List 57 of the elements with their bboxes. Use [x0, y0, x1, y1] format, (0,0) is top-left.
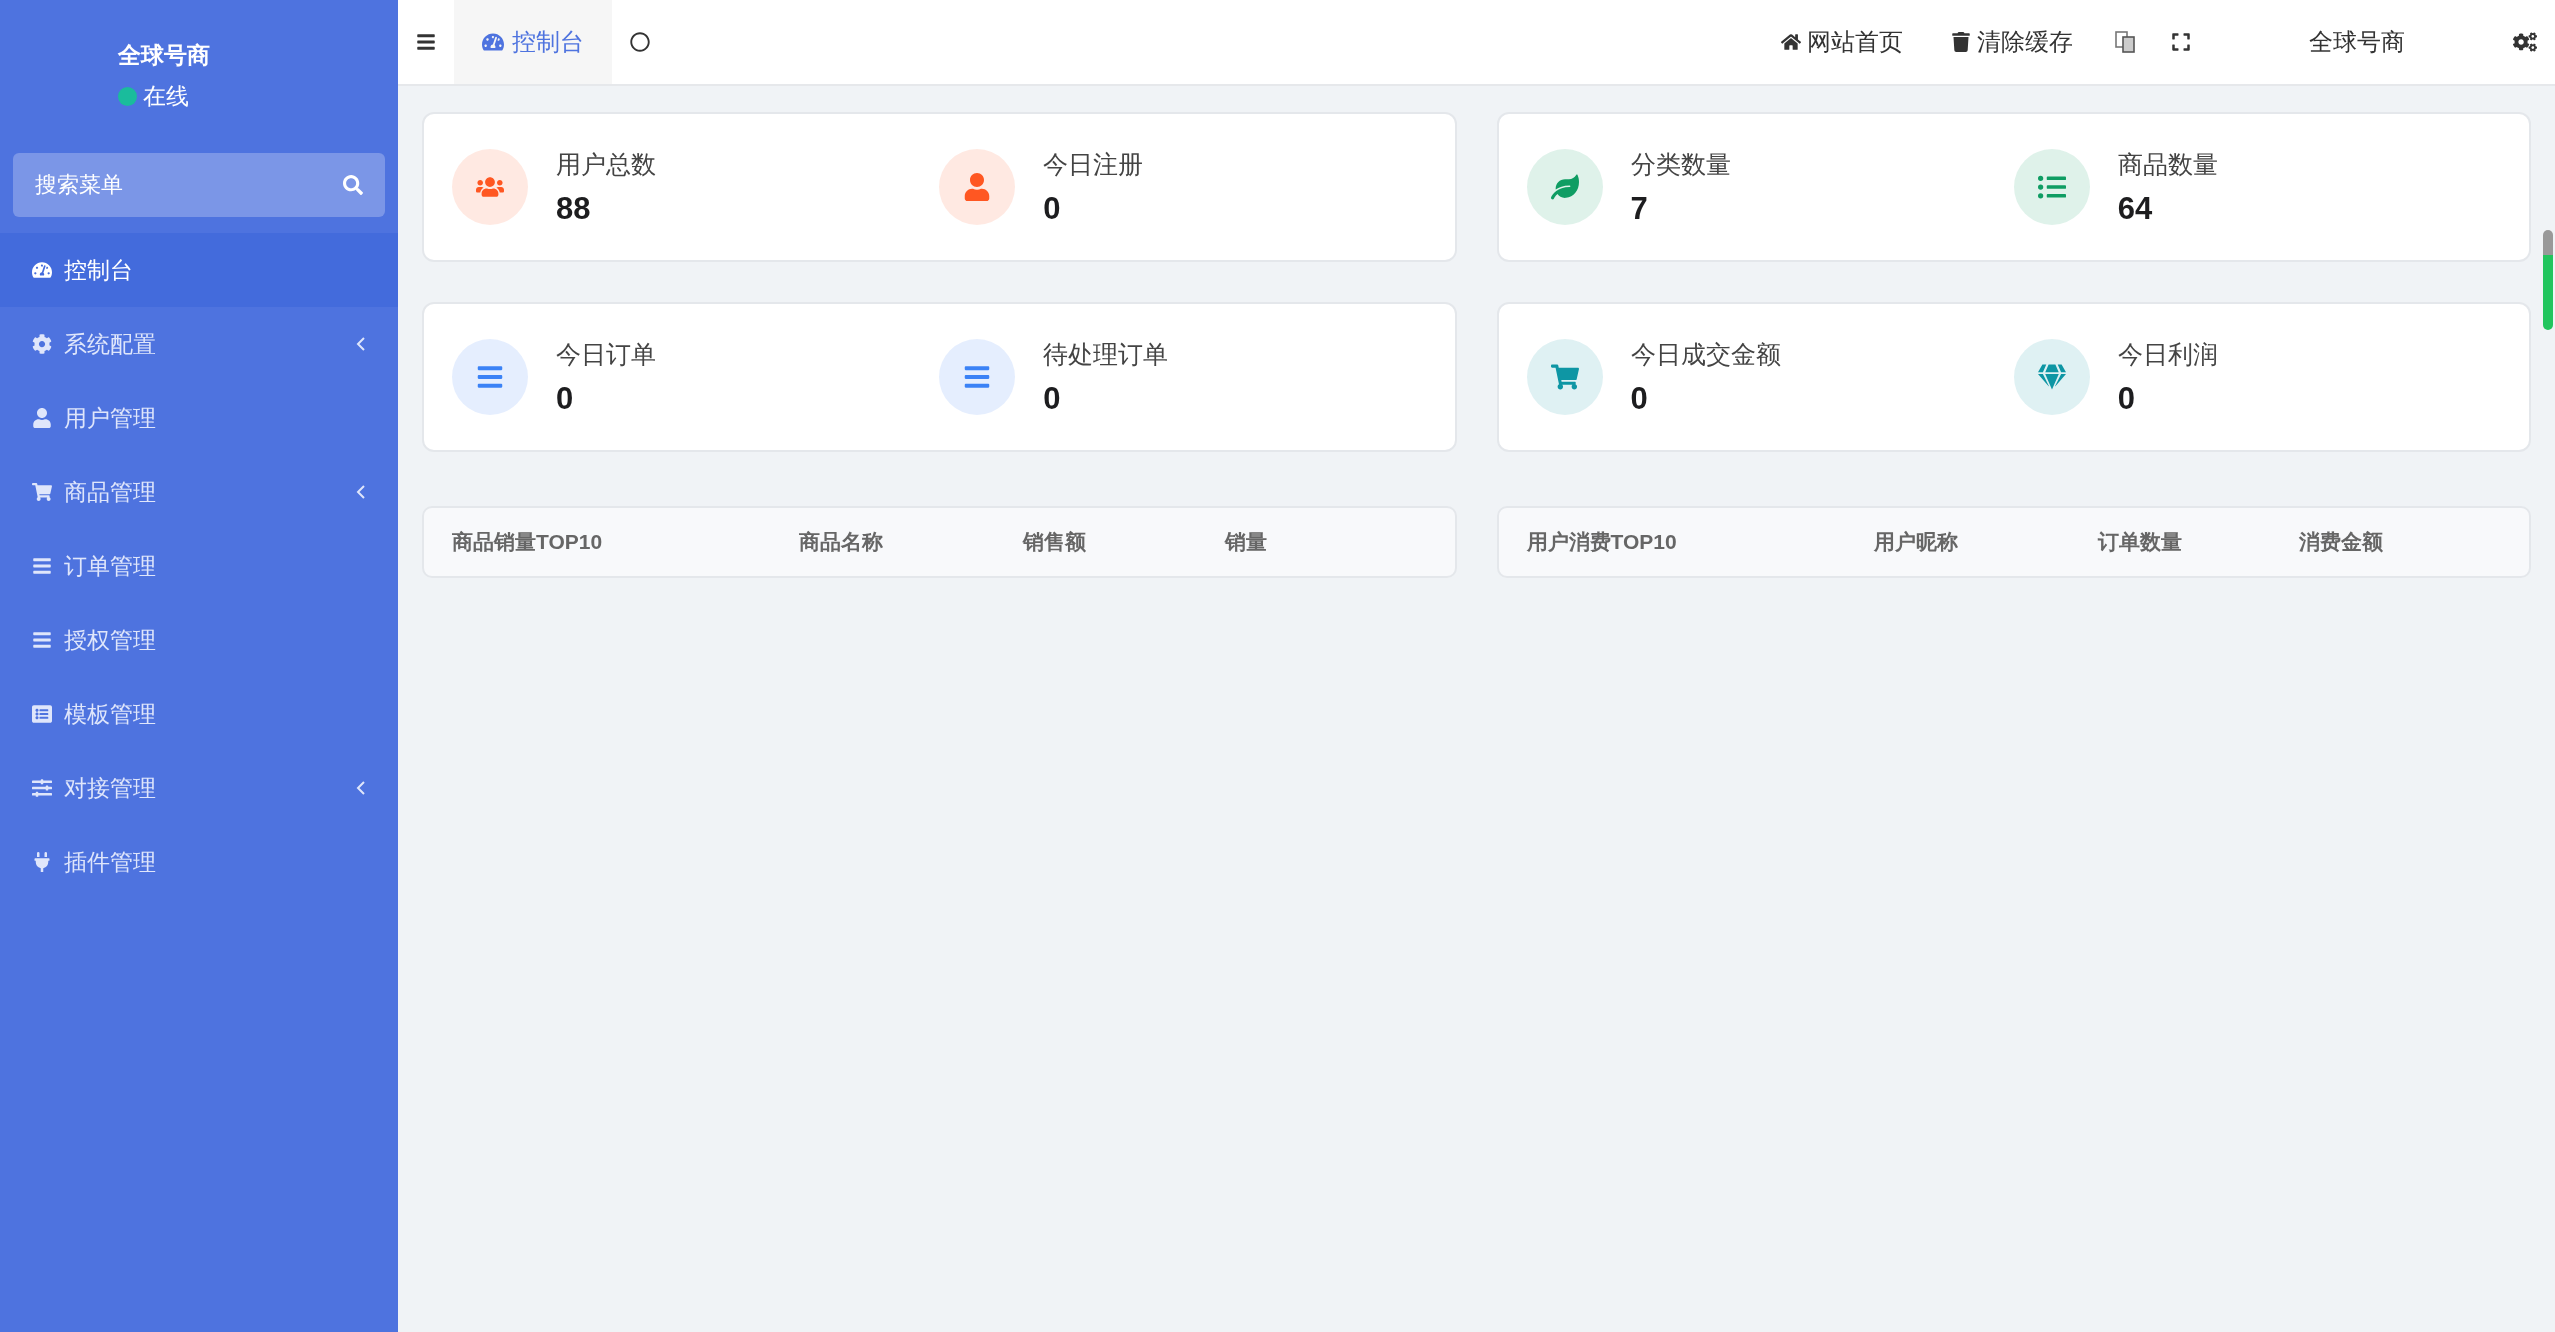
stat-label: 今日成交金额: [1630, 338, 1781, 370]
menu-item[interactable]: 订单管理: [0, 529, 398, 603]
settings-icon: [2513, 30, 2537, 54]
menu-item[interactable]: 模板管理: [0, 677, 398, 751]
stat-value: 0: [1043, 380, 1062, 417]
translate-icon: [2115, 31, 2135, 53]
search-icon: [343, 175, 363, 195]
stat-value: 88: [556, 190, 592, 227]
menu-item[interactable]: 授权管理: [0, 603, 398, 677]
menu-icon: [416, 32, 436, 52]
column-header: 订单数量: [2097, 529, 2183, 555]
gauge-icon: [482, 31, 504, 53]
menu-item[interactable]: 商品管理: [0, 455, 398, 529]
column-header: 用户消费TOP10: [1526, 529, 1678, 555]
bars-icon: [32, 556, 52, 576]
stat-value: 0: [1630, 380, 1649, 417]
stat-label: 今日订单: [556, 338, 656, 370]
stat-value: 0: [1043, 190, 1062, 227]
plug-icon: [32, 852, 52, 872]
bars-icon: [32, 630, 52, 650]
user-icon: [32, 408, 52, 428]
menu-item[interactable]: 插件管理: [0, 825, 398, 899]
column-header: 消费金额: [2299, 529, 2385, 555]
stat-value: 0: [2117, 380, 2136, 417]
cart-icon: [32, 482, 52, 502]
home-icon: [1781, 32, 1801, 52]
user-name[interactable]: 全球号商: [2209, 26, 2495, 58]
search-field[interactable]: 搜索菜单: [13, 153, 385, 217]
stat-value: 7: [1630, 190, 1649, 227]
column-header: 商品销量TOP10: [452, 529, 604, 555]
stat-value: 64: [2117, 190, 2154, 227]
column-header: 用户昵称: [1873, 529, 1959, 555]
stat-label: 分类数量: [1630, 148, 1731, 180]
column-header: 商品名称: [799, 529, 885, 555]
stat-label: 待处理订单: [1043, 338, 1169, 370]
column-header: 销售额: [1023, 529, 1088, 555]
top-link[interactable]: 清除缓存: [1927, 26, 2097, 58]
stat-label: 商品数量: [2117, 148, 2218, 180]
list-icon: [32, 704, 52, 724]
menu-item[interactable]: 控制台: [0, 233, 398, 307]
stat-value: 0: [556, 380, 575, 417]
tab[interactable]: 控制台: [454, 0, 612, 84]
sliders-icon: [32, 778, 52, 798]
menu-item[interactable]: 对接管理: [0, 751, 398, 825]
stat-label: 今日利润: [2117, 338, 2218, 370]
menu-item[interactable]: 用户管理: [0, 381, 398, 455]
stat-label: 用户总数: [556, 148, 656, 180]
top-link[interactable]: 网站首页: [1757, 26, 1927, 58]
status-text: 在线: [143, 82, 189, 111]
trash-icon: [1951, 32, 1971, 52]
stat-label: 今日注册: [1043, 148, 1144, 180]
fullscreen-icon: [2171, 32, 2191, 52]
gear-icon: [32, 334, 52, 354]
column-header: 销量: [1224, 529, 1268, 555]
brand-name: 全球号商: [118, 41, 210, 70]
menu-item[interactable]: 系统配置: [0, 307, 398, 381]
gauge-icon: [32, 260, 52, 280]
